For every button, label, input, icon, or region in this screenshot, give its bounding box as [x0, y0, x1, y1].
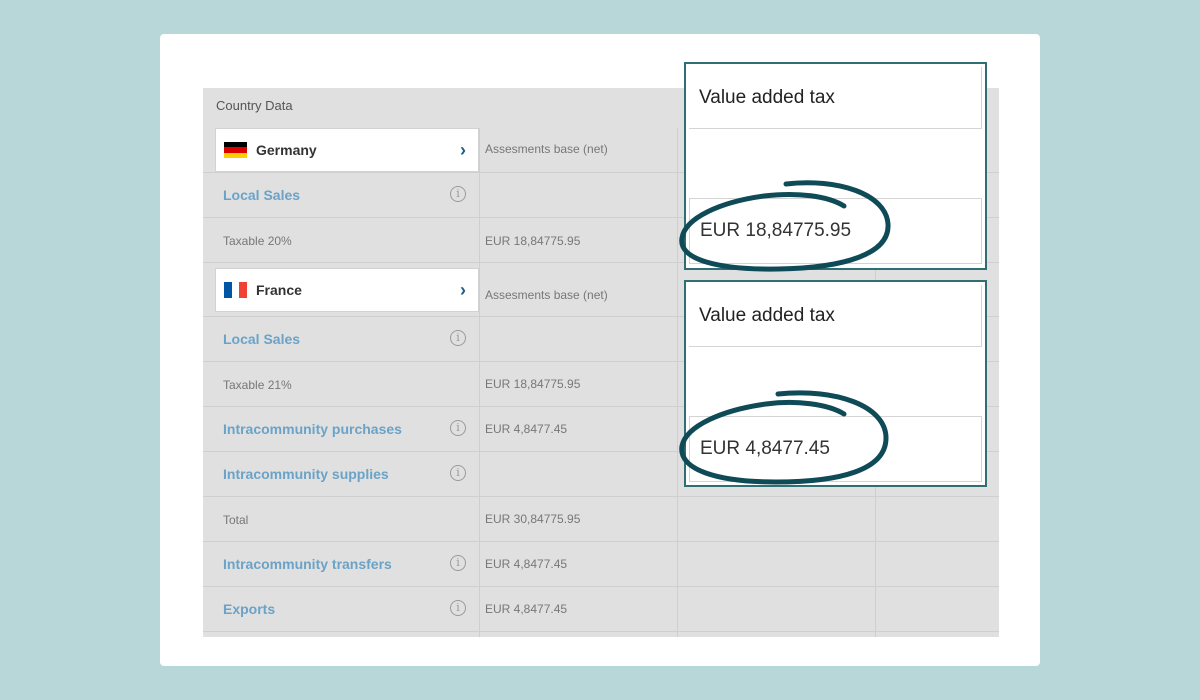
row-label-total: Total [223, 513, 249, 527]
panel-header: Country Data [216, 98, 293, 113]
info-icon[interactable]: i [450, 420, 466, 436]
assessment-base-header: Assesments base (net) [485, 142, 608, 156]
row-amount: EUR 4,8477.45 [485, 422, 568, 436]
row-label-local-sales[interactable]: Local Sales [223, 187, 300, 203]
row-amount: EUR 4,8477.45 [485, 557, 568, 571]
country-name: France [256, 282, 302, 298]
vat-callout-germany: Value added tax EUR 18,84775.95 [684, 62, 987, 270]
info-icon[interactable]: i [450, 330, 466, 346]
table-row: Total EUR 30,84775.95 [203, 497, 999, 542]
row-label-exports[interactable]: Exports [223, 601, 275, 617]
country-selector-germany[interactable]: Germany › [215, 128, 479, 172]
row-label-intracommunity-transfers[interactable]: Intracommunity transfers [223, 556, 392, 572]
row-amount: EUR 30,84775.95 [485, 512, 581, 526]
country-selector-france[interactable]: France › [215, 268, 479, 312]
row-label-intracommunity-purchases[interactable]: Intracommunity purchases [223, 421, 402, 437]
vat-callout-value: EUR 18,84775.95 [689, 198, 982, 264]
info-icon[interactable]: i [450, 186, 466, 202]
table-row: Intracommunity transfers i EUR 4,8477.45 [203, 542, 999, 587]
row-label-intracommunity-supplies[interactable]: Intracommunity supplies [223, 466, 389, 482]
table-row: Exports i EUR 4,8477.45 [203, 587, 999, 632]
row-amount: EUR 18,84775.95 [485, 377, 581, 391]
vat-callout-value: EUR 4,8477.45 [689, 416, 982, 482]
assessment-base-header: Assesments base (net) [485, 288, 608, 302]
chevron-right-icon[interactable]: › [460, 141, 466, 159]
row-amount: EUR 4,8477.45 [485, 602, 568, 616]
info-icon[interactable]: i [450, 555, 466, 571]
info-icon[interactable]: i [450, 600, 466, 616]
vat-callout-title: Value added tax [689, 67, 982, 129]
chevron-right-icon[interactable]: › [460, 281, 466, 299]
germany-flag-icon [224, 142, 247, 158]
france-flag-icon [224, 282, 248, 298]
row-label-taxable: Taxable 20% [223, 234, 292, 248]
vat-callout-france: Value added tax EUR 4,8477.45 [684, 280, 987, 487]
row-label-local-sales[interactable]: Local Sales [223, 331, 300, 347]
info-icon[interactable]: i [450, 465, 466, 481]
row-amount: EUR 18,84775.95 [485, 234, 581, 248]
vat-callout-title: Value added tax [689, 285, 982, 347]
row-label-taxable: Taxable 21% [223, 378, 292, 392]
country-name: Germany [256, 142, 317, 158]
